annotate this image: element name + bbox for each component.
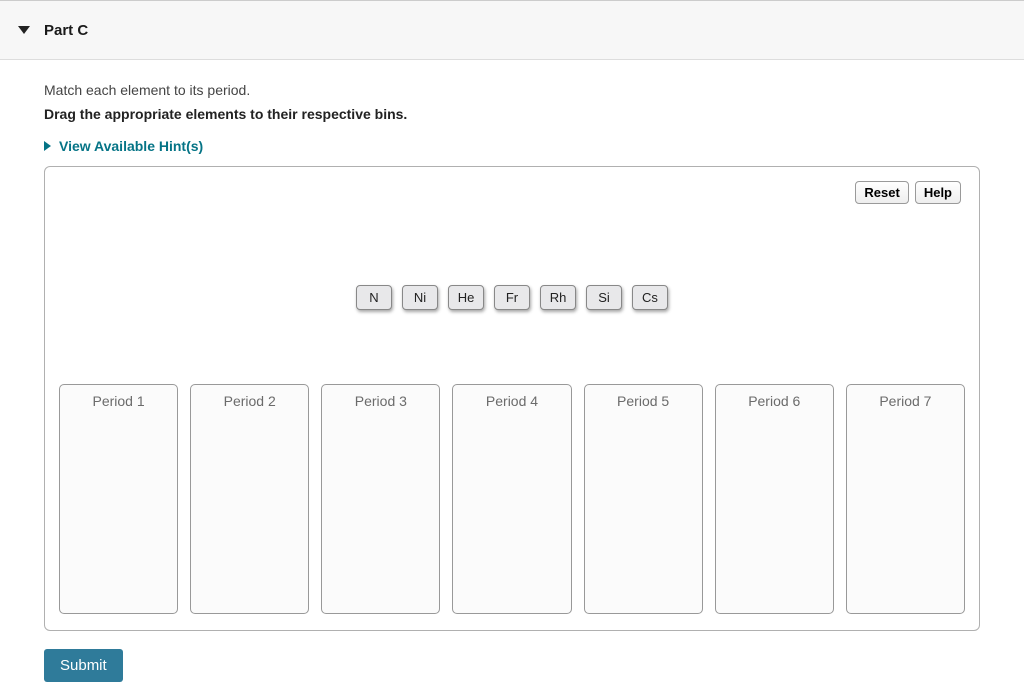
element-tile[interactable]: Ni bbox=[402, 285, 438, 310]
prompt-text: Match each element to its period. bbox=[44, 82, 980, 98]
element-tile[interactable]: He bbox=[448, 285, 484, 310]
period-bin[interactable]: Period 5 bbox=[584, 384, 703, 614]
period-bin[interactable]: Period 1 bbox=[59, 384, 178, 614]
content-area: Match each element to its period. Drag t… bbox=[0, 60, 1024, 682]
part-title: Part C bbox=[44, 22, 88, 39]
instructions-text: Drag the appropriate elements to their r… bbox=[44, 106, 980, 122]
period-bin[interactable]: Period 2 bbox=[190, 384, 309, 614]
bin-label: Period 4 bbox=[463, 393, 560, 409]
period-bins-row: Period 1 Period 2 Period 3 Period 4 Peri… bbox=[59, 384, 965, 614]
element-tile[interactable]: Rh bbox=[540, 285, 576, 310]
element-tile[interactable]: Cs bbox=[632, 285, 668, 310]
element-tile[interactable]: Si bbox=[586, 285, 622, 310]
period-bin[interactable]: Period 6 bbox=[715, 384, 834, 614]
reset-button[interactable]: Reset bbox=[855, 181, 908, 204]
bin-label: Period 6 bbox=[726, 393, 823, 409]
caret-down-icon bbox=[18, 26, 30, 34]
element-tile[interactable]: N bbox=[356, 285, 392, 310]
view-hints-toggle[interactable]: View Available Hint(s) bbox=[44, 138, 980, 154]
period-bin[interactable]: Period 7 bbox=[846, 384, 965, 614]
element-tile[interactable]: Fr bbox=[494, 285, 530, 310]
bin-label: Period 7 bbox=[857, 393, 954, 409]
submit-button[interactable]: Submit bbox=[44, 649, 123, 682]
submit-row: Submit bbox=[44, 649, 980, 682]
workspace-toolbar: Reset Help bbox=[855, 181, 961, 204]
bin-label: Period 3 bbox=[332, 393, 429, 409]
bin-label: Period 1 bbox=[70, 393, 167, 409]
help-button[interactable]: Help bbox=[915, 181, 961, 204]
drag-drop-workspace: Reset Help N Ni He Fr Rh Si Cs Period 1 … bbox=[44, 166, 980, 631]
element-tiles-row: N Ni He Fr Rh Si Cs bbox=[356, 285, 668, 310]
view-hints-label: View Available Hint(s) bbox=[59, 138, 203, 154]
period-bin[interactable]: Period 3 bbox=[321, 384, 440, 614]
bin-label: Period 5 bbox=[595, 393, 692, 409]
part-header[interactable]: Part C bbox=[0, 0, 1024, 60]
period-bin[interactable]: Period 4 bbox=[452, 384, 571, 614]
bin-label: Period 2 bbox=[201, 393, 298, 409]
caret-right-icon bbox=[44, 141, 51, 151]
